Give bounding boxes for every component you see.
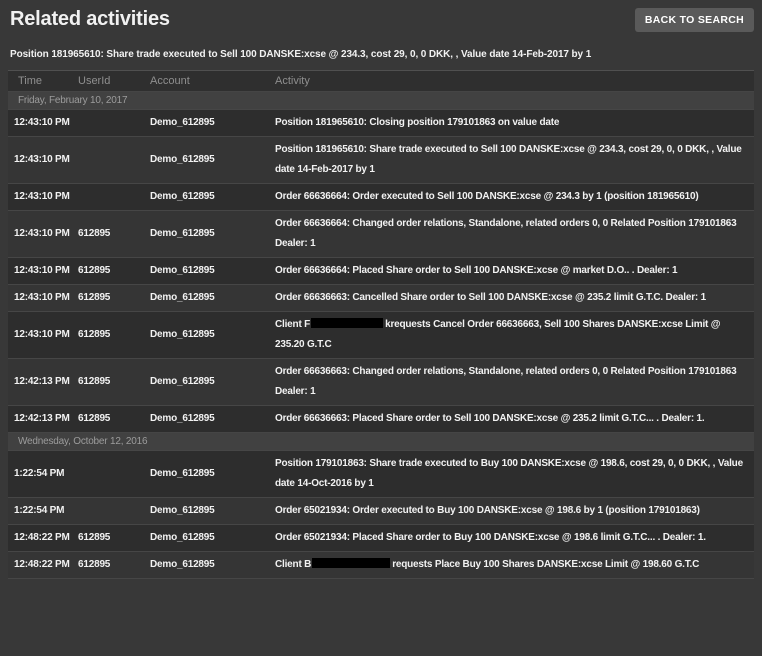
- cell-time: 12:48:22 PM: [8, 525, 78, 552]
- cell-activity: Client Brequests Place Buy 100 Shares DA…: [275, 552, 754, 579]
- cell-activity: Order 66636664: Order executed to Sell 1…: [275, 184, 754, 211]
- cell-activity: Order 65021934: Order executed to Buy 10…: [275, 498, 754, 525]
- cell-userid: [78, 137, 150, 184]
- cell-account: Demo_612895: [150, 525, 275, 552]
- activity-row: 12:43:10 PM612895Demo_612895Order 666366…: [8, 285, 754, 312]
- cell-time: 12:43:10 PM: [8, 211, 78, 258]
- activity-table: Time UserId Account Activity Friday, Feb…: [8, 70, 754, 579]
- column-header-account: Account: [150, 71, 275, 92]
- cell-activity: Position 179101863: Share trade executed…: [275, 451, 754, 498]
- cell-account: Demo_612895: [150, 498, 275, 525]
- cell-time: 12:43:10 PM: [8, 184, 78, 211]
- top-bar: Related activities BACK TO SEARCH: [0, 0, 762, 32]
- cell-account: Demo_612895: [150, 110, 275, 137]
- cell-activity: Position 181965610: Share trade executed…: [275, 137, 754, 184]
- activity-row: 12:43:10 PM612895Demo_612895Order 666366…: [8, 258, 754, 285]
- cell-account: Demo_612895: [150, 406, 275, 433]
- cell-userid: [78, 498, 150, 525]
- cell-userid: 612895: [78, 552, 150, 579]
- activity-row: 1:22:54 PM Demo_612895Position 179101863:…: [8, 451, 754, 498]
- cell-activity: Order 66636663: Placed Share order to Se…: [275, 406, 754, 433]
- page-title: Related activities: [10, 8, 170, 31]
- column-header-userid: UserId: [78, 71, 150, 92]
- cell-time: 12:48:22 PM: [8, 552, 78, 579]
- cell-time: 12:43:10 PM: [8, 137, 78, 184]
- cell-account: Demo_612895: [150, 359, 275, 406]
- activity-row: 12:43:10 PM Demo_612895Order 66636664: Or…: [8, 184, 754, 211]
- redaction-box: [311, 318, 383, 328]
- table-header-row: Time UserId Account Activity: [8, 71, 754, 92]
- cell-userid: 612895: [78, 211, 150, 258]
- cell-userid: 612895: [78, 312, 150, 359]
- group-date-label: Friday, February 10, 2017: [8, 92, 754, 110]
- back-to-search-button[interactable]: BACK TO SEARCH: [635, 8, 754, 32]
- activity-row: 12:43:10 PM Demo_612895Position 181965610…: [8, 110, 754, 137]
- cell-account: Demo_612895: [150, 184, 275, 211]
- cell-account: Demo_612895: [150, 552, 275, 579]
- date-group-header: Wednesday, October 12, 2016: [8, 433, 754, 451]
- cell-account: Demo_612895: [150, 137, 275, 184]
- cell-userid: [78, 451, 150, 498]
- cell-activity: Order 66636663: Changed order relations,…: [275, 359, 754, 406]
- cell-account: Demo_612895: [150, 451, 275, 498]
- cell-userid: [78, 184, 150, 211]
- cell-userid: 612895: [78, 285, 150, 312]
- cell-time: 12:43:10 PM: [8, 285, 78, 312]
- cell-activity: Client Fkrequests Cancel Order 66636663,…: [275, 312, 754, 359]
- activity-row: 12:48:22 PM612895Demo_612895Order 650219…: [8, 525, 754, 552]
- cell-userid: 612895: [78, 406, 150, 433]
- cell-time: 12:43:10 PM: [8, 110, 78, 137]
- activity-row: 12:43:10 PM Demo_612895Position 181965610…: [8, 137, 754, 184]
- activity-row: 12:42:13 PM612895Demo_612895Order 666366…: [8, 359, 754, 406]
- cell-time: 12:43:10 PM: [8, 312, 78, 359]
- activity-row: 1:22:54 PM Demo_612895Order 65021934: Ord…: [8, 498, 754, 525]
- cell-activity: Order 66636664: Placed Share order to Se…: [275, 258, 754, 285]
- position-summary: Position 181965610: Share trade executed…: [0, 32, 762, 60]
- column-header-time: Time: [8, 71, 78, 92]
- cell-account: Demo_612895: [150, 285, 275, 312]
- activity-row: 12:42:13 PM612895Demo_612895Order 666366…: [8, 406, 754, 433]
- cell-activity: Order 66636663: Cancelled Share order to…: [275, 285, 754, 312]
- cell-time: 12:43:10 PM: [8, 258, 78, 285]
- activity-table-body: Friday, February 10, 201712:43:10 PMDemo…: [8, 92, 754, 579]
- column-header-activity: Activity: [275, 71, 754, 92]
- cell-time: 1:22:54 PM: [8, 498, 78, 525]
- cell-time: 12:42:13 PM: [8, 359, 78, 406]
- cell-userid: 612895: [78, 525, 150, 552]
- cell-account: Demo_612895: [150, 258, 275, 285]
- cell-time: 1:22:54 PM: [8, 451, 78, 498]
- cell-account: Demo_612895: [150, 312, 275, 359]
- cell-activity: Position 181965610: Closing position 179…: [275, 110, 754, 137]
- activity-row: 12:48:22 PM612895Demo_612895Client Brequ…: [8, 552, 754, 579]
- redaction-box: [312, 558, 390, 568]
- activity-row: 12:43:10 PM612895Demo_612895Client Fkreq…: [8, 312, 754, 359]
- cell-activity: Order 65021934: Placed Share order to Bu…: [275, 525, 754, 552]
- cell-activity: Order 66636664: Changed order relations,…: [275, 211, 754, 258]
- group-date-label: Wednesday, October 12, 2016: [8, 433, 754, 451]
- cell-userid: 612895: [78, 359, 150, 406]
- cell-userid: [78, 110, 150, 137]
- date-group-header: Friday, February 10, 2017: [8, 92, 754, 110]
- cell-account: Demo_612895: [150, 211, 275, 258]
- cell-userid: 612895: [78, 258, 150, 285]
- cell-time: 12:42:13 PM: [8, 406, 78, 433]
- activity-row: 12:43:10 PM612895Demo_612895Order 666366…: [8, 211, 754, 258]
